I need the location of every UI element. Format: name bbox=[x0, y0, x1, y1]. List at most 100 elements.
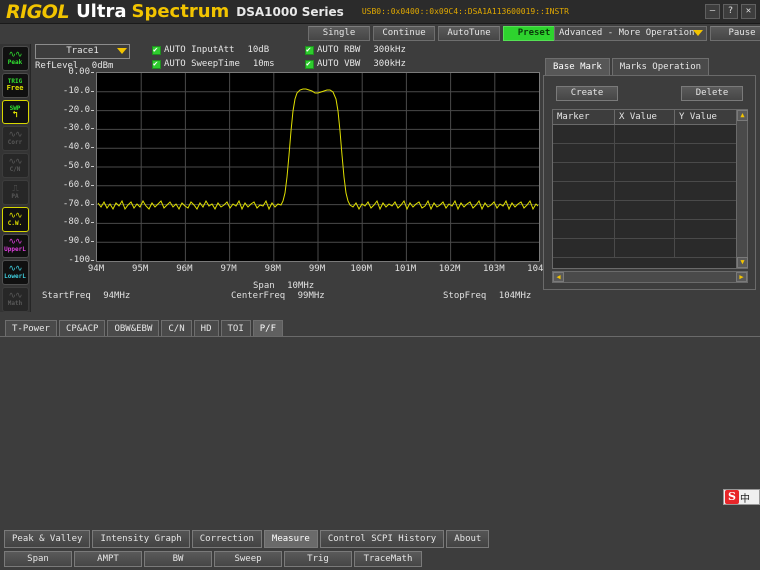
trace-select-dropdown[interactable]: Trace1 bbox=[35, 44, 130, 59]
y-tick-mark bbox=[91, 185, 94, 186]
span-button[interactable]: Span bbox=[4, 551, 72, 567]
pa-label: PA bbox=[11, 193, 18, 200]
y-tick-label: -20.0 bbox=[63, 105, 90, 115]
marker-panel-body: Create Delete Marker Name X Value Y Valu… bbox=[543, 75, 756, 290]
sweep-button[interactable]: Sweep bbox=[214, 551, 282, 567]
table-row[interactable] bbox=[553, 182, 747, 201]
single-button[interactable]: Single bbox=[308, 26, 370, 41]
auto-inputatt-checkbox[interactable] bbox=[152, 46, 161, 55]
cn-icon[interactable]: ∿∿ C/N bbox=[2, 153, 29, 178]
create-marker-button[interactable]: Create bbox=[556, 86, 618, 101]
tab-pf[interactable]: P/F bbox=[253, 320, 283, 337]
marker-table[interactable]: Marker Name X Value Y Value bbox=[552, 109, 748, 269]
centerfreq-label: CenterFreq bbox=[231, 291, 285, 301]
math-icon[interactable]: ∿∿ Math bbox=[2, 287, 29, 312]
auto-vbw-row: AUTO VBW 300kHz bbox=[305, 59, 406, 69]
main-toolbar: Single Continue AutoTune Preset Advanced… bbox=[0, 24, 760, 44]
span-value: 10MHz bbox=[287, 281, 314, 291]
sogou-logo-icon: S bbox=[725, 490, 739, 504]
corr-wave-glyph: ∿∿ bbox=[8, 131, 21, 139]
chevron-down-icon bbox=[117, 48, 127, 54]
y-tick-label: -70.0 bbox=[63, 199, 90, 209]
corr-label: Corr bbox=[8, 139, 22, 146]
table-row[interactable] bbox=[553, 239, 747, 258]
table-row[interactable] bbox=[553, 163, 747, 182]
trig-free-icon[interactable]: TRIG Free bbox=[2, 73, 29, 98]
autotune-button[interactable]: AutoTune bbox=[438, 26, 500, 41]
delete-marker-button[interactable]: Delete bbox=[681, 86, 743, 101]
lower-limit-icon[interactable]: ∿∿ LowerL bbox=[2, 260, 29, 285]
stopfreq-label: StopFreq bbox=[443, 291, 486, 301]
y-tick-mark bbox=[91, 91, 94, 92]
peak-icon[interactable]: ∿∿ Peak bbox=[2, 46, 29, 71]
auto-vbw-checkbox[interactable] bbox=[305, 60, 314, 69]
y-tick-label: -50.0 bbox=[63, 161, 90, 171]
trig-button[interactable]: Trig bbox=[284, 551, 352, 567]
marker-table-vertical-scrollbar[interactable]: ▲ ▼ bbox=[736, 110, 747, 268]
col-marker-name: Marker Name bbox=[553, 110, 615, 125]
auto-rbw-checkbox[interactable] bbox=[305, 46, 314, 55]
y-tick-label: 0.00 bbox=[68, 67, 90, 77]
ime-indicator[interactable]: S 中 bbox=[723, 489, 760, 505]
upper-limit-icon[interactable]: ∿∿ UpperL bbox=[2, 234, 29, 259]
close-icon[interactable]: ✕ bbox=[741, 4, 756, 19]
math-label: Math bbox=[8, 300, 22, 307]
auto-rbw-value: 300kHz bbox=[373, 45, 406, 55]
continue-button[interactable]: Continue bbox=[373, 26, 435, 41]
tab-marks-operation[interactable]: Marks Operation bbox=[612, 58, 709, 75]
swp-icon[interactable]: SWP ↰ bbox=[2, 100, 29, 125]
pa-icon[interactable]: ⎍ PA bbox=[2, 180, 29, 205]
tab-intensity-graph[interactable]: Intensity Graph bbox=[92, 530, 189, 548]
tab-obw-ebw[interactable]: OBW&EBW bbox=[107, 320, 159, 337]
col-marker-x: X Value bbox=[615, 110, 675, 125]
auto-vbw-value: 300kHz bbox=[373, 59, 406, 69]
app-title-spectrum: Spectrum bbox=[131, 1, 229, 22]
tab-cp-acp[interactable]: CP&ACP bbox=[59, 320, 106, 337]
bw-button[interactable]: BW bbox=[144, 551, 212, 567]
marker-table-horizontal-scrollbar[interactable]: ◀ ▶ bbox=[552, 271, 748, 283]
main-spectrum-chart[interactable] bbox=[96, 72, 540, 262]
corr-icon[interactable]: ∿∿ Corr bbox=[2, 126, 29, 151]
auto-sweeptime-checkbox[interactable] bbox=[152, 60, 161, 69]
table-row[interactable] bbox=[553, 220, 747, 239]
tab-t-power[interactable]: T-Power bbox=[5, 320, 57, 337]
tab-hd[interactable]: HD bbox=[194, 320, 219, 337]
scroll-right-icon[interactable]: ▶ bbox=[736, 272, 747, 282]
tab-base-mark[interactable]: Base Mark bbox=[545, 58, 610, 75]
trig-free-label: Free bbox=[7, 85, 24, 92]
table-row[interactable] bbox=[553, 144, 747, 163]
cw-icon[interactable]: ∿∿ C.W. bbox=[2, 207, 29, 232]
table-row[interactable] bbox=[553, 125, 747, 144]
x-tick-label: 102M bbox=[435, 264, 465, 274]
tab-about[interactable]: About bbox=[446, 530, 489, 548]
advanced-more-operation-dropdown[interactable]: Advanced - More Operation bbox=[554, 26, 707, 41]
table-row[interactable] bbox=[553, 201, 747, 220]
y-tick-label: -30.0 bbox=[63, 123, 90, 133]
auto-rbw-row: AUTO RBW 300kHz bbox=[305, 45, 406, 55]
cn-label: C/N bbox=[10, 166, 21, 173]
main-grid bbox=[97, 73, 539, 261]
scroll-down-icon[interactable]: ▼ bbox=[737, 257, 748, 268]
y-tick-mark bbox=[91, 110, 94, 111]
scroll-left-icon[interactable]: ◀ bbox=[553, 272, 564, 282]
peak-label: Peak bbox=[8, 59, 22, 66]
pause-button[interactable]: Pause bbox=[710, 26, 760, 41]
tab-cn[interactable]: C/N bbox=[161, 320, 191, 337]
ultra-spectrum-window: RIGOL Ultra Spectrum DSA1000 Series USB0… bbox=[0, 0, 760, 570]
x-tick-label: 98M bbox=[258, 264, 288, 274]
help-icon[interactable]: ? bbox=[723, 4, 738, 19]
tab-peak-valley[interactable]: Peak & Valley bbox=[4, 530, 90, 548]
tab-measure[interactable]: Measure bbox=[264, 530, 318, 548]
y-tick-label: -10.0 bbox=[63, 86, 90, 96]
usb-resource-string: USB0::0x0400::0x09C4::DSA1A113600019::IN… bbox=[362, 7, 569, 16]
scroll-up-icon[interactable]: ▲ bbox=[737, 110, 748, 121]
col-marker-y: Y Value bbox=[675, 110, 737, 125]
ampt-button[interactable]: AMPT bbox=[74, 551, 142, 567]
tracemath-button[interactable]: TraceMath bbox=[354, 551, 422, 567]
tab-control-scpi-history[interactable]: Control SCPI History bbox=[320, 530, 444, 548]
minimize-icon[interactable]: — bbox=[705, 4, 720, 19]
tab-correction[interactable]: Correction bbox=[192, 530, 262, 548]
ime-mode-label[interactable]: 中 bbox=[740, 490, 750, 505]
tab-toi[interactable]: TOI bbox=[221, 320, 251, 337]
chevron-down-icon bbox=[693, 30, 703, 36]
